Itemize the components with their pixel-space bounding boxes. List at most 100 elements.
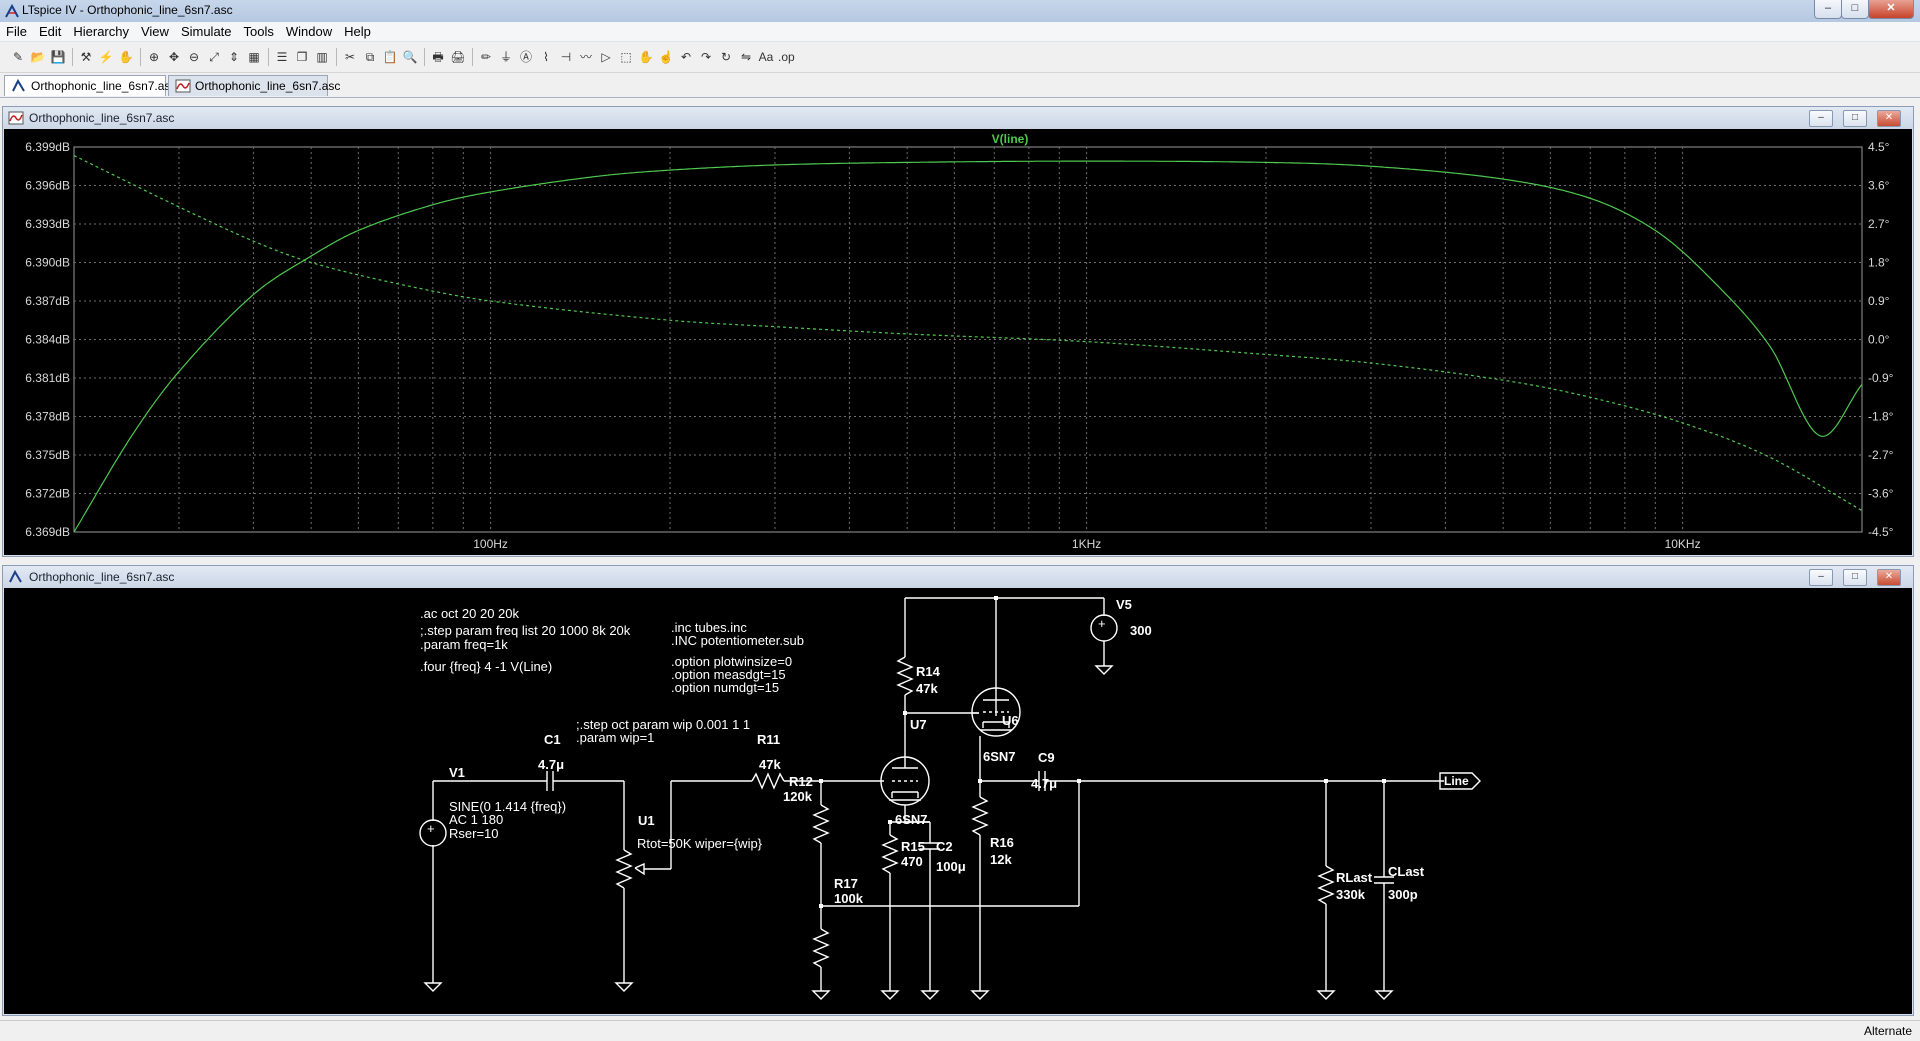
c9-label[interactable]: C9 <box>1038 750 1055 765</box>
new-schematic-icon[interactable]: ✎ <box>10 49 26 65</box>
c1-value[interactable]: 4.7μ <box>538 757 564 772</box>
cascade-icon[interactable]: ❐ <box>294 49 310 65</box>
inductor-icon[interactable]: 〰 <box>578 49 594 65</box>
r15-value[interactable]: 470 <box>901 854 923 869</box>
u1-label[interactable]: U1 <box>638 813 655 828</box>
pan-icon[interactable]: ✥ <box>166 49 182 65</box>
find-icon[interactable]: 🔍 <box>402 49 418 65</box>
c2-label[interactable]: C2 <box>936 839 953 854</box>
print-setup-icon[interactable]: 🖶 <box>430 49 446 65</box>
clast-value[interactable]: 300p <box>1388 887 1418 902</box>
r14-value[interactable]: 47k <box>916 681 938 696</box>
menu-tools[interactable]: Tools <box>238 22 280 41</box>
rlast-label[interactable]: RLast <box>1336 870 1373 885</box>
print-icon[interactable]: 🖨 <box>450 49 466 65</box>
menu-simulate[interactable]: Simulate <box>175 22 238 41</box>
maximize-button[interactable]: □ <box>1841 0 1869 19</box>
directive-param-wip[interactable]: .param wip=1 <box>576 730 654 745</box>
undo-icon[interactable]: ↶ <box>678 49 694 65</box>
waveform-minimize-button[interactable]: – <box>1809 110 1833 127</box>
open-icon[interactable]: 📂 <box>30 49 46 65</box>
v1-value-ac[interactable]: AC 1 180 <box>449 812 503 827</box>
r17-label[interactable]: R17 <box>834 876 858 891</box>
component-icon[interactable]: ⬚ <box>618 49 634 65</box>
c1-label[interactable]: C1 <box>544 732 561 747</box>
menu-view[interactable]: View <box>135 22 175 41</box>
u1-value[interactable]: Rtot=50K wiper={wip} <box>637 836 763 851</box>
schematic-maximize-button[interactable]: □ <box>1843 569 1867 586</box>
v1-value-rser[interactable]: Rser=10 <box>449 826 499 841</box>
drag-icon[interactable]: ☝ <box>658 49 674 65</box>
resistor-icon[interactable]: ⌇ <box>538 49 554 65</box>
run-icon[interactable]: ⚡ <box>98 49 114 65</box>
control-panel-icon[interactable]: ⚒ <box>78 49 94 65</box>
menu-help[interactable]: Help <box>338 22 377 41</box>
r12-value[interactable]: 120k <box>783 789 813 804</box>
schematic-canvas[interactable]: + + .ac oct 20 20 20k ;.step param freq … <box>4 588 1912 1014</box>
waveform-maximize-button[interactable]: □ <box>1843 110 1867 127</box>
menu-edit[interactable]: Edit <box>33 22 67 41</box>
capacitor-icon[interactable]: ⊣ <box>558 49 574 65</box>
net-label-line[interactable]: Line <box>1444 774 1469 788</box>
directive-param-freq[interactable]: .param freq=1k <box>420 637 508 652</box>
menu-window[interactable]: Window <box>280 22 338 41</box>
c2-value[interactable]: 100μ <box>936 859 966 874</box>
v5-value[interactable]: 300 <box>1130 623 1152 638</box>
r16-value[interactable]: 12k <box>990 852 1012 867</box>
draw-wire-icon[interactable]: ✏ <box>478 49 494 65</box>
paste-icon[interactable]: 📋 <box>382 49 398 65</box>
rlast-value[interactable]: 330k <box>1336 887 1366 902</box>
waveform-close-button[interactable]: ✕ <box>1877 110 1901 127</box>
schematic-minimize-button[interactable]: – <box>1809 569 1833 586</box>
v1-label[interactable]: V1 <box>449 765 465 780</box>
r11-value[interactable]: 47k <box>759 757 781 772</box>
waveform-plot-area[interactable]: 6.399dB 4.5° 6.396dB 3.6° 6.393dB 2.7° 6.390dB… <box>4 129 1912 555</box>
schematic-close-button[interactable]: ✕ <box>1877 569 1901 586</box>
clast-label[interactable]: CLast <box>1388 864 1425 879</box>
v5-label[interactable]: V5 <box>1116 597 1132 612</box>
r15-label[interactable]: R15 <box>901 839 925 854</box>
zoom-fit-icon[interactable]: ⤢ <box>206 49 222 65</box>
grid-icon[interactable]: ▦ <box>246 49 262 65</box>
redo-icon[interactable]: ↷ <box>698 49 714 65</box>
r11-label[interactable]: R11 <box>757 732 780 747</box>
tile-horizontal-icon[interactable]: ☰ <box>274 49 290 65</box>
directive-numdgt[interactable]: .option numdgt=15 <box>671 680 779 695</box>
u6-value[interactable]: 6SN7 <box>983 749 1016 764</box>
x-tick-label: 100Hz <box>473 537 508 551</box>
u7-label[interactable]: U7 <box>910 717 927 732</box>
ground-icon[interactable]: ⏚ <box>498 49 514 65</box>
minimize-button[interactable]: – <box>1814 0 1842 19</box>
text-icon[interactable]: Aa <box>758 49 774 65</box>
directive-ac[interactable]: .ac oct 20 20 20k <box>420 606 520 621</box>
tile-vertical-icon[interactable]: ▥ <box>314 49 330 65</box>
zoom-in-icon[interactable]: ⊕ <box>146 49 162 65</box>
halt-icon[interactable]: ✋ <box>118 49 134 65</box>
tab-schematic[interactable]: Orthophonic_line_6sn7.asc <box>4 75 176 96</box>
spice-directive-icon[interactable]: .op <box>778 49 795 65</box>
label-net-icon[interactable]: Ⓐ <box>518 49 534 65</box>
zoom-out-icon[interactable]: ⊖ <box>186 49 202 65</box>
r12-label[interactable]: R12 <box>789 774 813 789</box>
menu-hierarchy[interactable]: Hierarchy <box>67 22 135 41</box>
r14-label[interactable]: R14 <box>916 664 941 679</box>
u6-label[interactable]: U6 <box>1002 713 1019 728</box>
r17-value[interactable]: 100k <box>834 891 864 906</box>
diode-icon[interactable]: ▷ <box>598 49 614 65</box>
close-button[interactable]: ✕ <box>1868 0 1914 19</box>
save-icon[interactable]: 💾 <box>50 49 66 65</box>
cut-icon[interactable]: ✂ <box>342 49 358 65</box>
u7-value[interactable]: 6SN7 <box>895 812 928 827</box>
c9-value[interactable]: 4.7μ <box>1031 776 1057 791</box>
autorange-icon[interactable]: ⇕ <box>226 49 242 65</box>
menu-file[interactable]: File <box>0 22 33 41</box>
rotate-icon[interactable]: ↻ <box>718 49 734 65</box>
r16-label[interactable]: R16 <box>990 835 1014 850</box>
directive-inc-pot[interactable]: .INC potentiometer.sub <box>671 633 804 648</box>
mirror-icon[interactable]: ⇋ <box>738 49 754 65</box>
tab-waveform[interactable]: Orthophonic_line_6sn7.asc <box>168 75 340 96</box>
directive-four[interactable]: .four {freq} 4 -1 V(Line) <box>420 659 552 674</box>
copy-icon[interactable]: ⧉ <box>362 49 378 65</box>
directive-step-freq[interactable]: ;.step param freq list 20 1000 8k 20k <box>420 623 631 638</box>
move-icon[interactable]: ✋ <box>638 49 654 65</box>
